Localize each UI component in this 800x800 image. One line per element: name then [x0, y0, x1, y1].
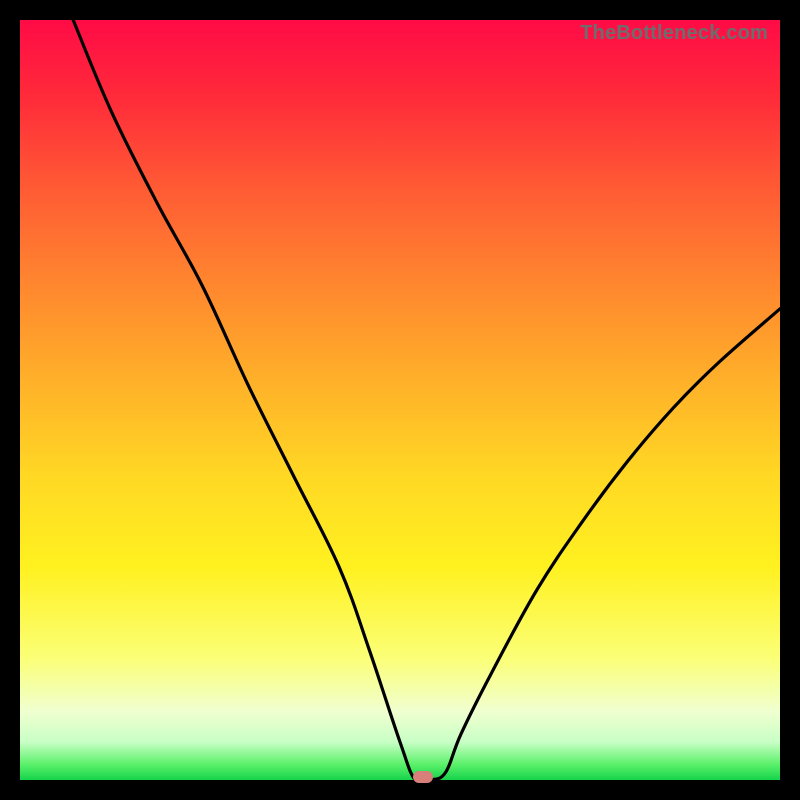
- curve-svg: [20, 20, 780, 780]
- bottleneck-curve: [73, 20, 780, 780]
- min-marker: [413, 771, 433, 783]
- chart-frame: TheBottleneck.com: [0, 0, 800, 800]
- plot-area: TheBottleneck.com: [20, 20, 780, 780]
